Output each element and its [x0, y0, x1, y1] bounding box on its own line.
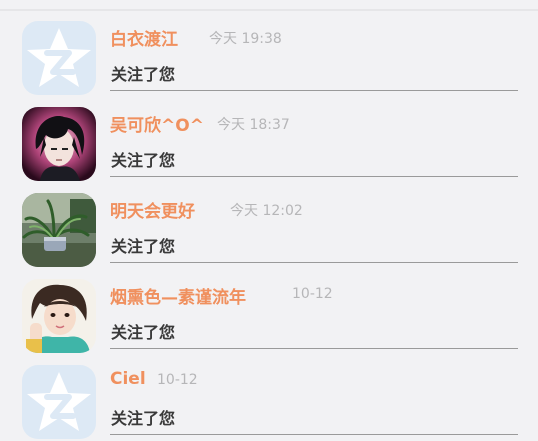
action-text: 关注了您 [111, 65, 176, 84]
avatar[interactable] [22, 365, 96, 439]
action-text: 关注了您 [111, 151, 176, 170]
user-name-link[interactable]: 明天会更好 [110, 197, 195, 222]
avatar[interactable] [22, 279, 96, 353]
timestamp: 今天 12:02 [230, 203, 303, 219]
list-item[interactable]: Ciel 10-12 关注了您 [0, 355, 538, 441]
list-item[interactable]: 白衣渡江 今天 19:38 关注了您 [0, 11, 538, 97]
list-item[interactable]: 烟熏色—素谨流年 10-12 关注了您 [0, 269, 538, 355]
timestamp: 10-12 [157, 372, 198, 388]
row-divider [110, 348, 518, 349]
user-name-link[interactable]: 烟熏色—素谨流年 [110, 283, 246, 308]
timestamp: 今天 18:37 [217, 117, 290, 133]
avatar[interactable] [22, 107, 96, 181]
action-text: 关注了您 [111, 237, 176, 256]
action-text: 关注了您 [111, 323, 176, 342]
timestamp: 今天 19:38 [209, 31, 282, 47]
row-divider [110, 176, 518, 177]
user-name-link[interactable]: Ciel [110, 369, 146, 389]
avatar[interactable] [22, 21, 96, 95]
girl-photo-avatar [22, 279, 96, 353]
qq-default-avatar-icon [22, 21, 96, 95]
list-item[interactable]: 明天会更好 今天 12:02 关注了您 [0, 183, 538, 269]
timestamp: 10-12 [292, 286, 333, 302]
user-name-link[interactable]: 白衣渡江 [110, 25, 178, 50]
row-divider [110, 262, 518, 263]
plant-photo-avatar [22, 193, 96, 267]
qq-default-avatar-icon [22, 365, 96, 439]
row-divider [110, 90, 518, 91]
anime-boy-avatar [22, 107, 96, 181]
row-divider [110, 434, 518, 435]
list-item[interactable]: 吴可欣^O^ 今天 18:37 关注了您 [0, 97, 538, 183]
action-text: 关注了您 [111, 409, 176, 428]
avatar[interactable] [22, 193, 96, 267]
follow-notification-list: 白衣渡江 今天 19:38 关注了您 吴可欣^O^ 今天 18:37 关注了您 … [0, 11, 538, 439]
user-name-link[interactable]: 吴可欣^O^ [110, 111, 204, 136]
